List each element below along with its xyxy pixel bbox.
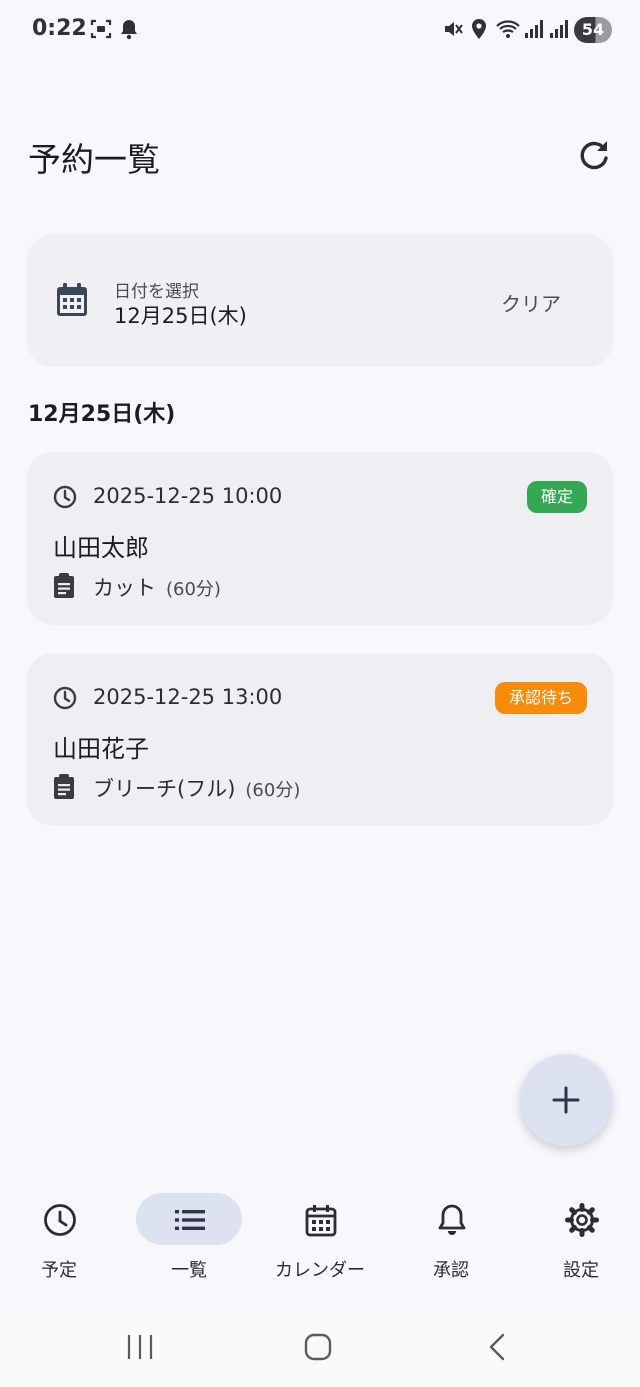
calendar-icon: [305, 1205, 337, 1237]
reservation-time: 2025-12-25 10:00: [93, 484, 283, 508]
status-time: 0:22: [32, 16, 87, 41]
clipboard-icon: [53, 774, 75, 804]
list-icon: [175, 1210, 205, 1230]
add-reservation-button[interactable]: [520, 1054, 612, 1146]
refresh-icon: [580, 141, 608, 170]
status-badge: 確定: [526, 481, 587, 513]
signal-icon: [524, 18, 544, 44]
nav-label: 設定: [563, 1260, 599, 1281]
location-icon: [470, 18, 488, 44]
service-info: ブリーチ(フル) (60分): [93, 773, 300, 803]
reservation-card[interactable]: 2025-12-25 13:00 承認待ち 山田花子 ブリーチ(フル) (60分): [27, 653, 613, 826]
nav-item-settings[interactable]: 設定: [517, 1180, 640, 1306]
clock-icon: [53, 485, 77, 513]
bell-icon: [438, 1204, 466, 1235]
customer-name: 山田花子: [53, 735, 149, 763]
page-title: 予約一覧: [28, 140, 160, 179]
nav-item-approval[interactable]: 承認: [387, 1180, 515, 1306]
service-duration: (60分): [245, 780, 301, 801]
plus-icon: [552, 1086, 580, 1114]
status-badge: 承認待ち: [494, 682, 587, 714]
signal-icon-2: [549, 18, 569, 44]
selected-date: 12月25日(木): [114, 304, 247, 328]
back-icon[interactable]: [485, 1332, 509, 1362]
bottom-navigation: 予定 一覧 カレンダー 承認 設定: [0, 1180, 640, 1306]
nav-item-schedule[interactable]: 予定: [0, 1180, 123, 1306]
screenshot-icon: [90, 18, 112, 44]
service-name: カット: [93, 576, 156, 600]
gear-icon: [565, 1203, 599, 1237]
nav-item-list[interactable]: 一覧: [125, 1180, 253, 1306]
status-bar: 0:22 54: [0, 0, 640, 62]
service-name: ブリーチ(フル): [93, 777, 236, 801]
clipboard-icon: [53, 573, 75, 603]
recent-apps-icon[interactable]: [126, 1333, 154, 1361]
service-duration: (60分): [166, 579, 221, 600]
refresh-button[interactable]: [574, 136, 614, 176]
calendar-icon: [55, 282, 89, 322]
clock-icon: [44, 1204, 76, 1236]
reservation-card[interactable]: 2025-12-25 10:00 確定 山田太郎 カット (60分): [27, 452, 613, 625]
nav-label: 予定: [41, 1260, 77, 1281]
date-caption: 日付を選択: [114, 282, 199, 302]
nav-item-calendar[interactable]: カレンダー: [256, 1180, 384, 1306]
date-picker-card[interactable]: 日付を選択 12月25日(木) クリア: [27, 234, 613, 367]
customer-name: 山田太郎: [53, 534, 149, 562]
home-icon[interactable]: [303, 1332, 333, 1362]
notification-bell-icon: [120, 18, 138, 44]
mute-icon: [442, 18, 464, 44]
battery-indicator: 54: [574, 17, 612, 43]
reservation-time: 2025-12-25 13:00: [93, 685, 283, 709]
system-navigation-bar: [0, 1306, 640, 1387]
nav-label: 一覧: [171, 1260, 207, 1281]
section-date-heading: 12月25日(木): [28, 402, 176, 427]
clear-button[interactable]: クリア: [501, 288, 561, 317]
nav-label: カレンダー: [275, 1260, 365, 1281]
wifi-icon: [495, 18, 523, 44]
clock-icon: [53, 686, 77, 714]
service-info: カット (60分): [93, 572, 221, 602]
nav-label: 承認: [433, 1260, 469, 1281]
